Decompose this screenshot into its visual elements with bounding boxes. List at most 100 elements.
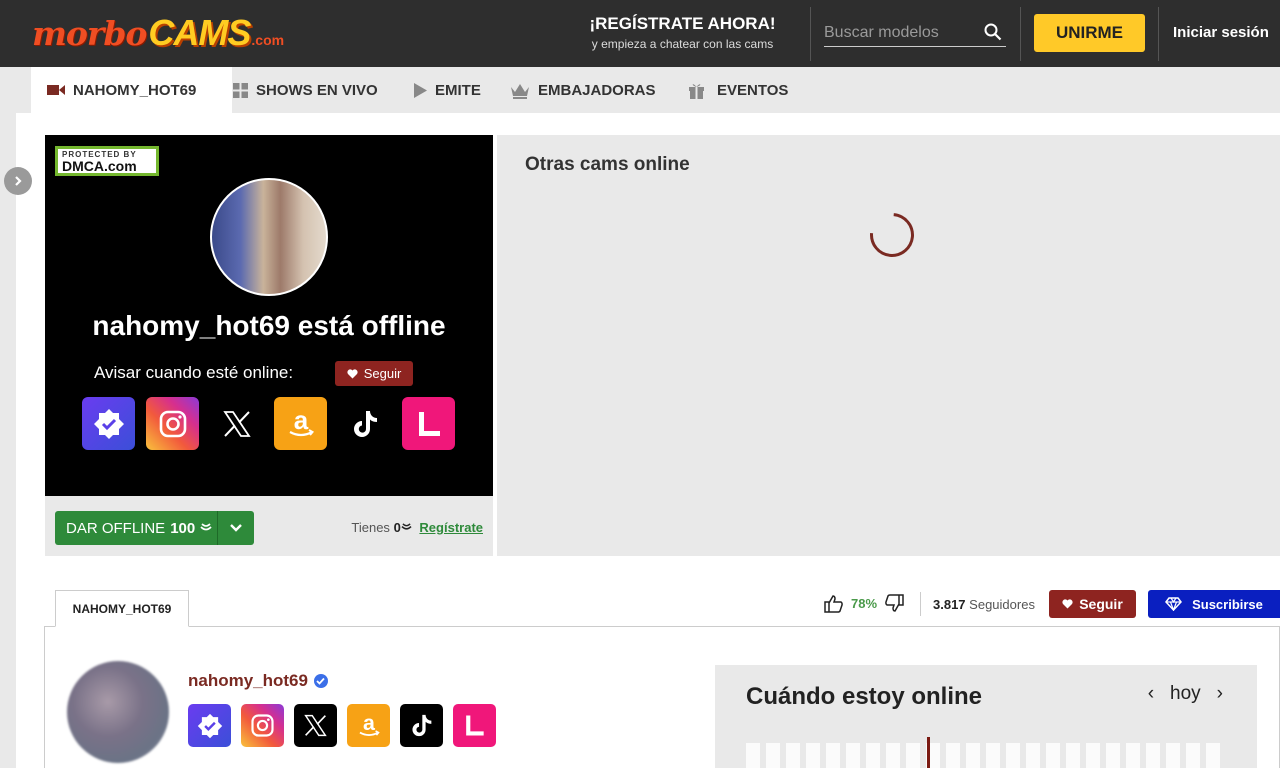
grid-icon: [233, 82, 248, 98]
linktree-icon[interactable]: [453, 704, 496, 747]
hour-slot: [1106, 743, 1120, 768]
search-input[interactable]: Buscar modelos: [824, 20, 1006, 47]
schedule-bars: [746, 743, 1220, 768]
current-time-marker: [927, 737, 930, 768]
tab-eventos-label: EVENTOS: [717, 81, 789, 99]
follow-button[interactable]: Seguir: [1049, 590, 1136, 618]
amazon-icon[interactable]: a: [274, 397, 327, 450]
notify-label: Avisar cuando esté online:: [94, 363, 294, 382]
balance-label: Tienes: [351, 520, 390, 535]
gift-icon: [689, 83, 704, 99]
thumbs-up-icon[interactable]: [824, 594, 843, 613]
hour-slot: [826, 743, 840, 768]
subscribe-button[interactable]: Suscribirse: [1148, 590, 1280, 618]
tiktok-icon[interactable]: [338, 397, 391, 450]
svg-text:a: a: [363, 712, 376, 735]
verified-icon[interactable]: [188, 704, 231, 747]
diamond-icon: [1165, 597, 1183, 611]
instagram-icon[interactable]: [241, 704, 284, 747]
register-promo[interactable]: ¡REGÍSTRATE AHORA! y empieza a chatear c…: [580, 14, 785, 51]
hour-slot: [866, 743, 880, 768]
join-button[interactable]: UNIRME: [1034, 14, 1145, 52]
tab-eventos[interactable]: EVENTOS: [688, 67, 788, 113]
dmca-badge[interactable]: PROTECTED BY DMCA.com: [55, 146, 159, 176]
play-icon: [414, 82, 427, 98]
chevron-right-icon[interactable]: ›: [1217, 683, 1223, 705]
dmca-bottom-text: DMCA.com: [62, 158, 137, 174]
thumbs-down-icon[interactable]: [885, 593, 904, 613]
hour-slot: [1186, 743, 1200, 768]
profile-avatar: [67, 661, 169, 763]
hour-slot: [1126, 743, 1140, 768]
hour-slot: [846, 743, 860, 768]
divider: [1020, 7, 1021, 61]
logo-text-cams: CAMS: [148, 12, 251, 53]
hour-slot: [986, 743, 1000, 768]
profile-social-links: a: [188, 704, 496, 747]
divider: [810, 7, 811, 61]
verified-icon[interactable]: [82, 397, 135, 450]
hour-slot: [1046, 743, 1060, 768]
schedule-day-label: hoy: [1170, 683, 1201, 704]
site-logo[interactable]: morbo CAMS .com: [32, 12, 284, 54]
chevron-right-icon: [15, 176, 22, 186]
hour-slot: [906, 743, 920, 768]
follow-button-small[interactable]: Seguir: [335, 361, 413, 386]
instagram-icon[interactable]: [146, 397, 199, 450]
register-subtitle: y empieza a chatear con las cams: [591, 37, 774, 51]
verified-badge-icon: [313, 674, 328, 688]
sidebar-expand-button[interactable]: [4, 167, 32, 195]
rating-percent: 78%: [851, 595, 878, 611]
online-schedule: Cuándo estoy online ‹ hoy ›: [715, 665, 1257, 768]
followers-count: 3.817 Seguidores: [933, 597, 1035, 612]
profile-tab[interactable]: NAHOMY_HOT69: [55, 590, 189, 627]
hour-slot: [1026, 743, 1040, 768]
hour-slot: [806, 743, 820, 768]
divider: [1158, 7, 1159, 61]
tab-shows-label: SHOWS EN VIVO: [256, 81, 378, 99]
hour-slot: [966, 743, 980, 768]
give-offline-dropdown[interactable]: [217, 511, 254, 545]
followers-label: Seguidores: [969, 597, 1035, 612]
svg-text:a: a: [293, 407, 308, 435]
social-links: a: [82, 397, 455, 450]
hour-slot: [1086, 743, 1100, 768]
tab-embajadoras-label: EMBAJADORAS: [538, 81, 656, 99]
tab-embajadoras[interactable]: EMBAJADORAS: [510, 67, 656, 113]
tiktok-icon[interactable]: [400, 704, 443, 747]
x-icon[interactable]: [294, 704, 337, 747]
offline-title: nahomy_hot69 está offline: [92, 310, 446, 341]
hour-slot: [786, 743, 800, 768]
top-bar: morbo CAMS .com ¡REGÍSTRATE AHORA! y emp…: [0, 0, 1280, 67]
hour-slot: [1166, 743, 1180, 768]
profile-username: nahomy_hot69: [188, 671, 328, 691]
tab-emite[interactable]: EMITE: [414, 67, 481, 113]
tab-nahomy[interactable]: NAHOMY_HOT69: [31, 67, 232, 113]
give-offline-amount: 100: [170, 519, 196, 537]
video-camera-icon: [47, 85, 65, 95]
subscribe-label: Suscribirse: [1192, 596, 1263, 612]
login-link[interactable]: Iniciar sesión: [1173, 24, 1269, 41]
give-offline-button[interactable]: DAR OFFLINE 100: [55, 511, 217, 545]
hour-slot: [1206, 743, 1220, 768]
heart-icon: [1062, 599, 1073, 609]
player-controls: DAR OFFLINE 100 Tienes 0 Regístrate: [45, 496, 493, 556]
amazon-icon[interactable]: a: [347, 704, 390, 747]
register-link[interactable]: Regístrate: [419, 520, 483, 535]
chevron-left-icon[interactable]: ‹: [1148, 683, 1154, 705]
linktree-icon[interactable]: [402, 397, 455, 450]
balance-info: Tienes 0 Regístrate: [351, 520, 483, 535]
search-icon[interactable]: [984, 23, 1002, 41]
tab-shows-en-vivo[interactable]: SHOWS EN VIVO: [233, 67, 378, 113]
hour-slot: [1066, 743, 1080, 768]
register-title: ¡REGÍSTRATE AHORA!: [589, 14, 776, 33]
main-nav: NAHOMY_HOT69 SHOWS EN VIVO EMITE EMBAJAD…: [16, 67, 1280, 113]
coin-icon: [401, 523, 412, 530]
profile-username-text: nahomy_hot69: [188, 671, 308, 690]
other-cams-panel: Otras cams online: [497, 135, 1280, 556]
logo-text-com: .com: [251, 32, 285, 48]
heart-icon: [347, 368, 358, 378]
hour-slot: [886, 743, 900, 768]
hour-slot: [766, 743, 780, 768]
x-icon[interactable]: [210, 397, 263, 450]
